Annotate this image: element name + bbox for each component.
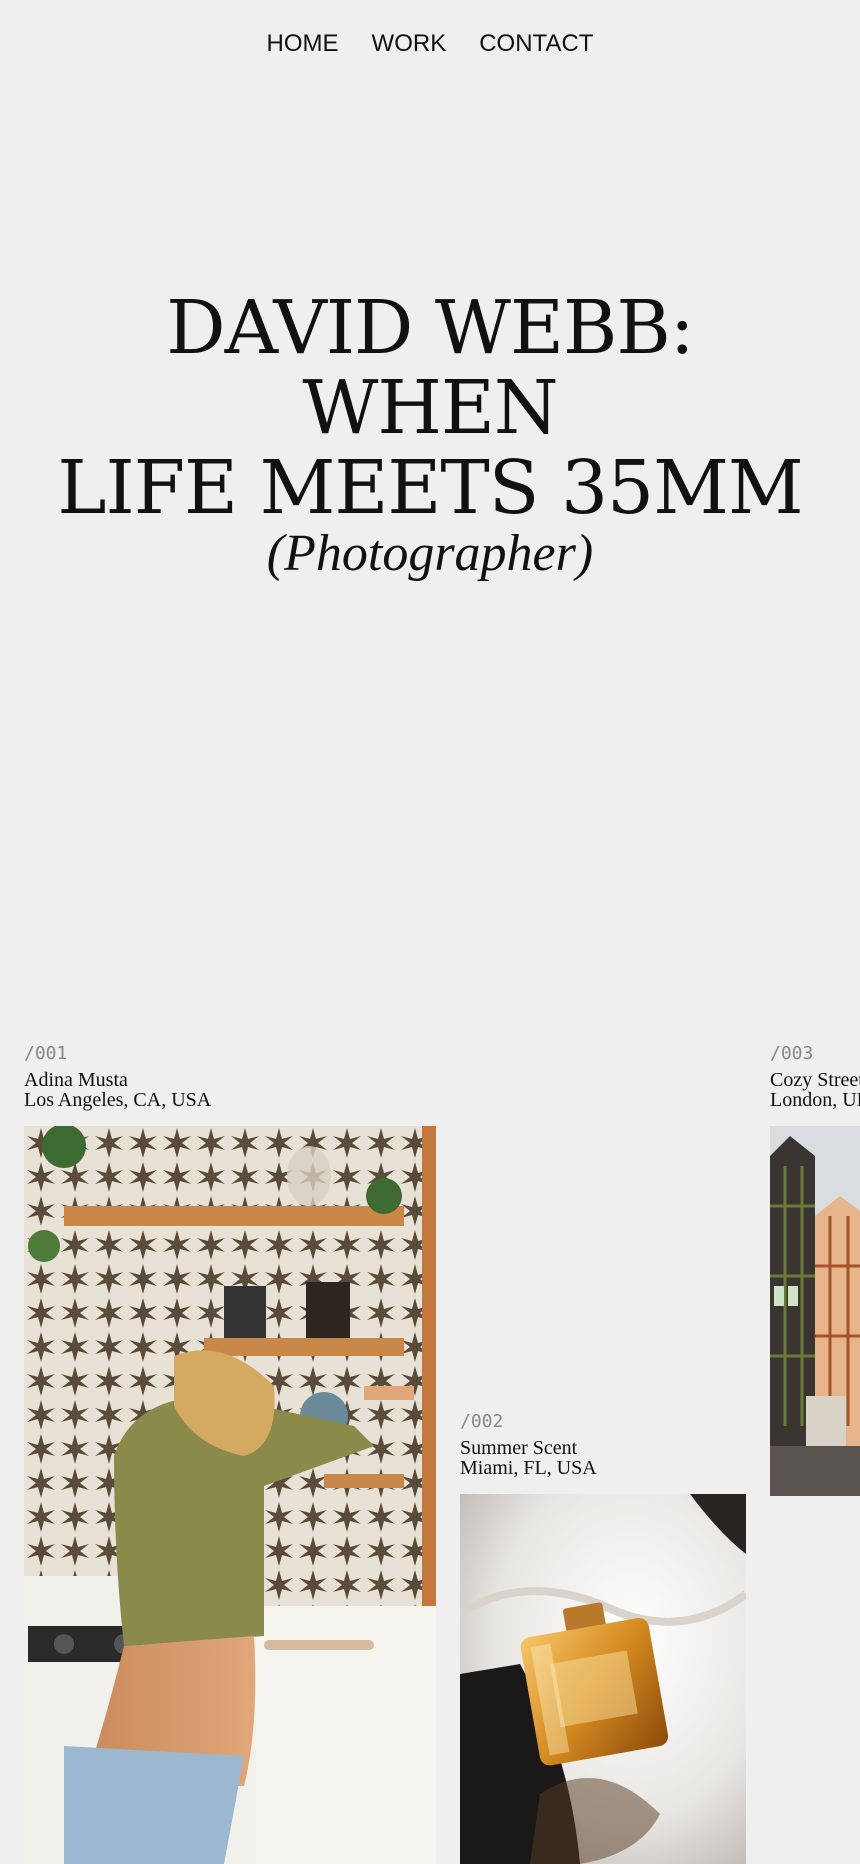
nav-home-link[interactable]: HOME (267, 30, 339, 58)
work-card-2-meta: /002 Summer Scent Miami, FL, USA (460, 1411, 597, 1479)
hero-title-line-1: DAVID WEBB: (166, 285, 694, 371)
perfume-bottle-image (460, 1494, 746, 1864)
work-card-3-meta: /003 Cozy Street London, UK (770, 1043, 860, 1111)
kitchen-portrait-image (24, 1126, 436, 1864)
main-nav: HOME WORK CONTACT (0, 30, 860, 58)
work-card-2-location: Miami, FL, USA (460, 1457, 597, 1479)
work-card-1-title: Adina Musta (24, 1069, 128, 1091)
work-card-2-number: /002 (460, 1411, 504, 1432)
hero-subtitle: (Photographer) (266, 525, 594, 582)
hero-heading: DAVID WEBB: WHEN LIFE MEETS 35MM (Photog… (0, 288, 860, 584)
work-card-2-photo[interactable] (460, 1494, 746, 1864)
street-houses-image (770, 1126, 860, 1496)
work-card-2-title: Summer Scent (460, 1437, 578, 1459)
work-card-1-location: Los Angeles, CA, USA (24, 1089, 212, 1111)
hero-title-line-3: LIFE MEETS 35MM (57, 445, 803, 531)
work-card-3-number: /003 (770, 1043, 814, 1064)
hero-title-line-2: WHEN (302, 365, 558, 451)
work-card-3-location: London, UK (770, 1089, 860, 1111)
work-card-1-number: /001 (24, 1043, 68, 1064)
nav-work-link[interactable]: WORK (372, 30, 447, 58)
work-card-3-title: Cozy Street (770, 1069, 860, 1091)
work-card-1-photo[interactable] (24, 1126, 436, 1864)
work-card-1-meta: /001 Adina Musta Los Angeles, CA, USA (24, 1043, 212, 1111)
nav-contact-link[interactable]: CONTACT (479, 30, 593, 58)
work-card-3-photo[interactable] (770, 1126, 860, 1496)
